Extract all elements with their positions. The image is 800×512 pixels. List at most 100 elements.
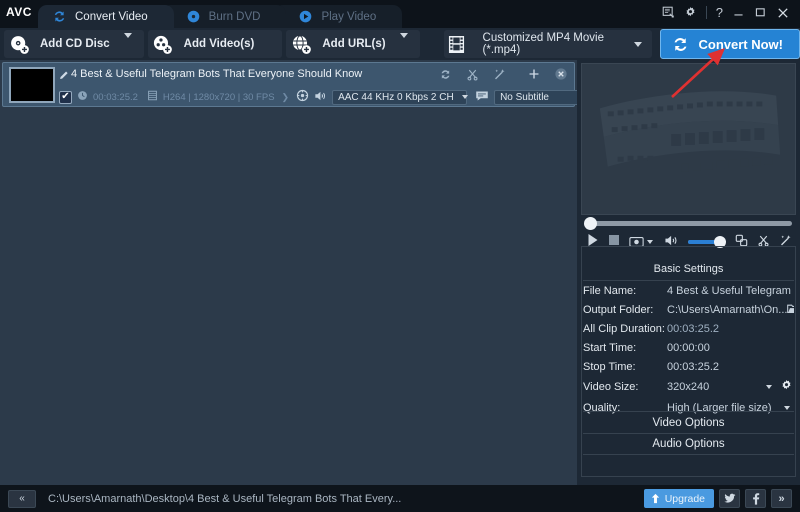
title-bar: AVC Convert Video Burn DVD Play Video ? [0, 0, 800, 28]
speaker-icon [314, 90, 327, 105]
options-buttons: Video Options Audio Options [583, 411, 794, 455]
video-thumbnail[interactable] [9, 67, 55, 103]
file-list-empty-area[interactable] [0, 111, 577, 485]
magic-wand-icon[interactable] [779, 234, 792, 250]
setting-row-file-name: File Name: 4 Best & Useful Telegram B... [583, 281, 794, 300]
audio-track-value: AAC 44 KHz 0 Kbps 2 CH [338, 91, 454, 103]
status-bar: « C:\Users\Amarnath\Desktop\4 Best & Use… [0, 485, 800, 512]
cd-disc-icon [4, 34, 34, 55]
add-videos-button[interactable]: Add Video(s) [147, 30, 283, 58]
upload-arrow-icon [651, 493, 659, 504]
volume-handle[interactable] [714, 235, 726, 248]
volume-icon[interactable] [664, 234, 679, 250]
cut-icon[interactable] [466, 68, 479, 84]
file-metadata-row: ✔ 00:03:25.2 H264 | 1280x720 | 30 FPS ❯ [59, 89, 603, 105]
help-icon[interactable]: ? [716, 5, 723, 20]
setting-key: Start Time: [583, 341, 637, 354]
format-value: Customized MP4 Movie (*.mp4) [482, 32, 604, 56]
video-options-button[interactable]: Video Options [583, 411, 794, 433]
video-size-gear-icon[interactable] [780, 379, 794, 395]
film-strip-watermark [599, 91, 781, 172]
video-preview[interactable] [581, 63, 796, 215]
video-reel-icon [148, 34, 178, 55]
file-list-item[interactable]: 4 Best & Useful Telegram Bots That Every… [2, 62, 603, 107]
folder-icon[interactable] [787, 303, 794, 317]
tab-burn-dvd[interactable]: Burn DVD [161, 5, 287, 28]
video-size-value: 320x240 [667, 380, 710, 393]
play-icon [300, 10, 312, 23]
tab-convert-video[interactable]: Convert Video [38, 5, 174, 28]
refresh-icon[interactable] [439, 68, 452, 84]
setting-key: Video Size: [583, 380, 639, 393]
setting-row-video-size: Video Size: 320x240 [583, 376, 794, 397]
preview-settings-panel: Basic Settings File Name: 4 Best & Usefu… [577, 60, 800, 485]
tab-label: Play Video [321, 10, 377, 23]
avc-application-window: AVC Convert Video Burn DVD Play Video ? … [0, 0, 800, 512]
start-time-value[interactable]: 00:00:00 [667, 342, 794, 354]
file-row-actions [439, 67, 568, 84]
snapshot-button[interactable] [629, 236, 653, 248]
play-button[interactable] [587, 233, 599, 250]
twitter-button[interactable] [719, 489, 740, 508]
chevron-down-icon[interactable] [399, 33, 420, 50]
more-button[interactable]: » [771, 489, 792, 508]
globe-icon [286, 34, 316, 55]
maximize-icon[interactable] [754, 6, 767, 19]
add-urls-button[interactable]: Add URL(s) [286, 30, 420, 58]
chevron-down-icon [461, 95, 468, 99]
main-toolbar: Add CD Disc Add Video(s) Add URL(s) Cust… [0, 28, 800, 60]
expand-chevron-icon[interactable]: ❯ [280, 92, 292, 103]
volume-slider[interactable] [688, 235, 726, 248]
output-format-selector[interactable]: Customized MP4 Movie (*.mp4) [443, 30, 652, 58]
video-settings-icon[interactable] [296, 89, 309, 105]
remove-file-icon[interactable] [554, 67, 568, 84]
collapse-button[interactable]: « [8, 489, 36, 508]
audio-options-button[interactable]: Audio Options [583, 433, 794, 455]
gear-icon[interactable] [684, 6, 697, 19]
add-clip-icon[interactable] [528, 68, 540, 83]
file-name-value[interactable]: 4 Best & Useful Telegram B... [667, 285, 794, 297]
chevron-down-icon [633, 41, 642, 47]
facebook-button[interactable] [745, 489, 766, 508]
crop-icon[interactable] [735, 234, 748, 250]
stop-button[interactable] [608, 234, 620, 249]
all-clip-duration-value: 00:03:25.2 [667, 322, 719, 335]
output-folder-value[interactable]: C:\Users\Amarnath\On... [667, 303, 794, 317]
file-list-panel: 4 Best & Useful Telegram Bots That Every… [0, 60, 603, 485]
format-dropdown[interactable]: Customized MP4 Movie (*.mp4) [468, 30, 652, 58]
chevron-down-icon [647, 239, 653, 244]
divider [705, 6, 707, 19]
effects-icon[interactable] [493, 68, 506, 84]
chevron-down-icon [784, 405, 790, 410]
convert-now-label: Convert Now! [698, 36, 784, 52]
upgrade-button[interactable]: Upgrade [643, 489, 714, 508]
output-folder-text: C:\Users\Amarnath\On... [667, 303, 788, 316]
tab-label: Burn DVD [208, 10, 261, 23]
twitter-icon [723, 493, 735, 503]
window-controls: ? [662, 0, 800, 28]
setting-key: Stop Time: [583, 360, 636, 373]
seek-bar[interactable] [584, 217, 792, 230]
stop-time-value[interactable]: 00:03:25.2 [667, 361, 794, 373]
minimize-icon[interactable] [732, 6, 745, 19]
convert-icon [54, 11, 65, 22]
add-cd-disc-button[interactable]: Add CD Disc [4, 30, 144, 58]
scissors-icon[interactable] [757, 234, 770, 250]
chevron-down-icon[interactable] [123, 33, 144, 50]
file-video-info: H264 | 1280x720 | 30 FPS [162, 91, 275, 103]
tab-play-video[interactable]: Play Video [274, 5, 403, 28]
file-checkbox[interactable]: ✔ [59, 90, 72, 104]
video-info-icon [147, 90, 158, 104]
facebook-icon [753, 492, 760, 505]
seek-handle[interactable] [584, 217, 597, 230]
film-strip-icon [443, 30, 469, 58]
video-size-dropdown[interactable]: 320x240 [667, 381, 780, 393]
screenshot-icon[interactable] [662, 6, 675, 19]
add-videos-label: Add Video(s) [183, 38, 255, 50]
current-file-path: C:\Users\Amarnath\Desktop\4 Best & Usefu… [48, 492, 402, 505]
audio-track-dropdown[interactable]: AAC 44 KHz 0 Kbps 2 CH [332, 89, 468, 105]
edit-pencil-icon[interactable] [59, 69, 70, 83]
close-icon[interactable] [776, 6, 790, 20]
add-urls-label: Add URL(s) [322, 38, 386, 50]
convert-now-button[interactable]: Convert Now! [659, 29, 800, 59]
